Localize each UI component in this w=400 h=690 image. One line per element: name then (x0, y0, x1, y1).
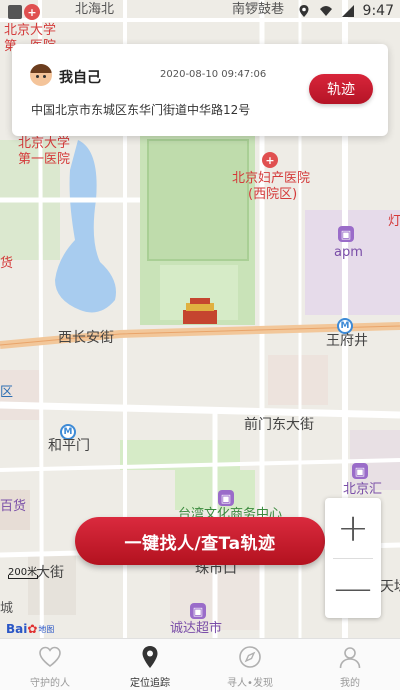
find-person-button[interactable]: 一键找人/查Ta轨迹 (75, 517, 325, 565)
map-label: 前门东大街 (244, 417, 314, 433)
map-logo-text: Bai (6, 622, 28, 636)
zoom-out-button[interactable]: — (325, 558, 381, 618)
person-icon (337, 644, 363, 670)
tab-mine[interactable]: 我的 (300, 639, 400, 690)
compass-icon (237, 644, 263, 670)
avatar (30, 64, 52, 86)
map-label: 西长安街 (58, 330, 114, 346)
map-label: 第一医院 (18, 152, 71, 167)
map-label: 北京汇 (343, 482, 383, 497)
notification-icon (8, 5, 22, 19)
shopping-icon: ▣ (338, 226, 354, 242)
track-button[interactable]: 轨迹 (309, 74, 373, 104)
map-label: 区 (0, 385, 14, 400)
map-label: 百货 (0, 499, 27, 514)
map-label: 灯 (388, 214, 400, 229)
status-time: 9:47 (362, 3, 394, 19)
location-timestamp: 2020-08-10 09:47:06 (160, 69, 267, 80)
zoom-control: + — (325, 498, 381, 618)
map-label: 和平门 (48, 438, 90, 454)
location-icon (299, 5, 309, 17)
status-bar: 9:47 (0, 0, 400, 24)
heart-icon (37, 644, 63, 670)
map-label: 货 (0, 256, 14, 271)
tab-guardians[interactable]: 守护的人 (0, 639, 100, 690)
map-label: 北京大学 (4, 23, 57, 38)
paw-icon: ✿ (27, 622, 38, 636)
zoom-in-button[interactable]: + (325, 498, 381, 558)
map-label: 北京大学 (18, 136, 71, 151)
tab-location-tracking[interactable]: 定位追踪 (100, 639, 200, 690)
map-label: 北京妇产医院 (232, 171, 311, 186)
map-label: 诚达超市 (170, 621, 223, 636)
map-label: 城 (0, 601, 14, 616)
tab-label: 定位追踪 (130, 678, 170, 689)
signal-icon (341, 5, 354, 17)
map-logo-sub: 地图 (38, 624, 55, 634)
building-icon: ▣ (218, 490, 234, 506)
hospital-icon: + (262, 152, 278, 168)
map-label: 天坛 (380, 579, 400, 595)
tab-label: 我的 (340, 678, 360, 689)
tab-label: 守护的人 (30, 678, 70, 689)
shopping-icon: ▣ (352, 463, 368, 479)
wifi-icon (319, 6, 332, 16)
location-pin-icon (137, 644, 163, 670)
bottom-tab-bar: 守护的人 定位追踪 寻人•发现 我的 (0, 638, 400, 690)
map-label: 大街 (36, 565, 64, 581)
subway-icon: M (337, 318, 353, 334)
user-name: 我自己 (59, 70, 101, 86)
map-label: 王府井 (326, 333, 368, 349)
shopping-icon: ▣ (190, 603, 206, 619)
map-scale-bar (8, 575, 38, 579)
tab-label: 寻人•发现 (227, 678, 273, 689)
map-logo: Bai ✿ 地图 (6, 622, 54, 636)
map-label: apm (334, 245, 363, 260)
tab-discover[interactable]: 寻人•发现 (200, 639, 300, 690)
location-address: 中国北京市东城区东华门街道中华路12号 (31, 103, 251, 117)
map-label: (西院区) (248, 187, 298, 202)
location-info-card: 我自己 2020-08-10 09:47:06 中国北京市东城区东华门街道中华路… (12, 44, 388, 136)
